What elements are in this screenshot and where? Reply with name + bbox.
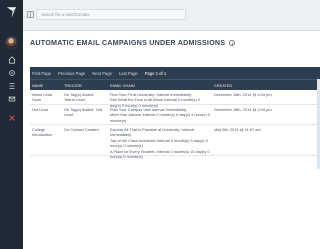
home-icon <box>8 55 15 64</box>
column-created[interactable]: CREATED <box>212 83 287 88</box>
column-name[interactable]: NAME <box>30 83 62 88</box>
page-title-text: AUTOMATIC EMAIL CAMPAIGNS UNDER ADMISSIO… <box>30 38 226 47</box>
info-icon[interactable]: i <box>229 40 236 47</box>
sidebar-settings-item[interactable] <box>0 66 23 79</box>
cell-created: December 18th, 2014 @ 4:04 pm <box>214 107 272 112</box>
table-row[interactable]: College Introduction On Contact Created … <box>30 125 320 159</box>
sidebar-mail-item[interactable] <box>0 92 23 105</box>
previous-page-link[interactable]: Previous Page <box>58 71 85 76</box>
cell-name: College Introduction <box>32 127 53 138</box>
sidebar-home-item[interactable] <box>0 53 23 66</box>
avatar[interactable] <box>5 36 18 49</box>
list-icon <box>9 82 14 89</box>
sidebar-list-item[interactable] <box>0 79 23 92</box>
first-page-link[interactable]: First Page <box>32 71 51 76</box>
left-sidebar <box>0 0 23 249</box>
search-placeholder: Search for a User/Contact <box>41 12 90 17</box>
envelope-icon <box>8 96 15 101</box>
cell-email-chain: Plan Your Campus Visit Interval Immediat… <box>108 105 212 125</box>
column-trigger[interactable]: TRIGGER <box>62 83 108 88</box>
sidebar-toggle-icon[interactable] <box>27 11 34 18</box>
sidebar-logout-item[interactable] <box>0 111 23 124</box>
cell-created: May 5th, 2015 @ 11:07 am <box>214 127 261 132</box>
cell-name: Hot Lead <box>32 107 48 112</box>
page-indicator: Page 1 of 1 <box>144 70 167 76</box>
chain-line: A Place for Every Student: Interval 0 mo… <box>110 148 210 160</box>
cell-trigger: On Tag(s) Added: 'Hot Lead' <box>64 107 103 118</box>
gear-icon <box>8 69 15 76</box>
chain-line: Meet Your Advisor Interval 0 month(s) 0 … <box>110 112 210 123</box>
table-header: NAME TRIGGER EMAIL CHAIN CREATED <box>30 79 320 90</box>
sidebar-icon-list <box>0 53 23 124</box>
close-icon <box>8 114 15 121</box>
table-row[interactable]: Warm Lead Hook On Tag(s) Added: 'Warm Le… <box>30 90 320 108</box>
table-row[interactable]: Hot Lead On Tag(s) Added: 'Hot Lead' Pla… <box>30 105 320 125</box>
chain-line: Top of the Class Academic Interval 0 mon… <box>110 137 208 149</box>
campaign-table: Warm Lead Hook On Tag(s) Added: 'Warm Le… <box>30 90 320 159</box>
top-bar: Search for a User/Contact <box>23 0 320 31</box>
search-input[interactable]: Search for a User/Contact <box>36 9 186 20</box>
chain-line: Explore All That is Possible at Universi… <box>110 127 195 138</box>
page-title: AUTOMATIC EMAIL CAMPAIGNS UNDER ADMISSIO… <box>30 38 236 47</box>
cell-trigger: On Contact Created <box>64 127 99 132</box>
next-page-link[interactable]: Next Page <box>92 71 112 76</box>
pagination-bar: First Page Previous Page Next Page Last … <box>30 67 320 79</box>
last-page-link[interactable]: Last Page <box>119 71 138 76</box>
cell-email-chain: Explore All That is Possible at Universi… <box>108 125 212 162</box>
app-logo[interactable] <box>5 6 18 19</box>
column-email-chain[interactable]: EMAIL CHAIN <box>108 83 212 88</box>
